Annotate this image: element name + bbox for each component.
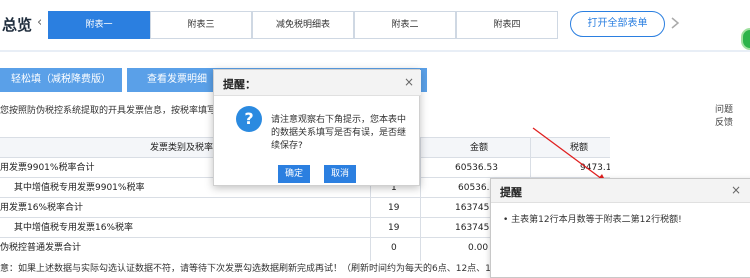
notification-message: • 主表第12行本月数等于附表二第12行税额!: [503, 215, 682, 225]
close-icon[interactable]: ×: [404, 75, 414, 89]
notification-title: 提醒: [500, 186, 522, 199]
open-all-forms-button[interactable]: 打开全部表单: [570, 11, 665, 37]
header-amount: 金额: [470, 143, 489, 153]
row-amount: 60536.53: [455, 163, 498, 173]
dialog-title: 提醒：: [223, 78, 256, 91]
footnote: 意：如果上述数据与实际勾选认证数据不符，请等待下次发票勾选数据刷新完成再试！（刷…: [0, 264, 497, 274]
reminder-dialog: 提醒： × ? 请注意观察右下角提示，您本表中的数据关系填写是否有误，是否继续保…: [213, 69, 421, 186]
scroll-left-icon[interactable]: ‹: [37, 16, 47, 30]
row-tax: 9473.17: [580, 163, 610, 173]
tab-attach-2[interactable]: 附表二: [354, 11, 456, 39]
row-count: 0: [391, 243, 397, 253]
row-count: 19: [388, 223, 400, 233]
view-invoice-details-button[interactable]: 查看发票明细: [127, 68, 227, 92]
cancel-button[interactable]: 取消: [324, 165, 356, 183]
tab-exemption-detail[interactable]: 减免税明细表: [252, 11, 354, 39]
row-name: 伪税控普通发票合计: [0, 243, 82, 253]
tab-attach-4[interactable]: 附表四: [456, 11, 558, 39]
info-text: 您按照防伪税控系统提取的开具发票信息，按税率填写: [0, 106, 217, 116]
header-tax: 税额: [570, 143, 589, 153]
assistant-icon[interactable]: [741, 28, 750, 50]
row-name: 其中增值税专用发票16%税率: [14, 223, 134, 233]
dialog-message: 请注意观察右下角提示，您本表中的数据关系填写是否有误，是否继续保存?: [271, 115, 407, 151]
header-divider: [0, 50, 750, 52]
table-divider: [420, 137, 421, 261]
notification-header: 提醒 ×: [491, 179, 750, 203]
tab-attach-3[interactable]: 附表三: [150, 11, 252, 39]
notification-panel: 提醒 × • 主表第12行本月数等于附表二第12行税额!: [490, 178, 750, 278]
question-link[interactable]: 问题: [715, 102, 733, 115]
confirm-button[interactable]: 确定: [278, 165, 310, 183]
feedback-link[interactable]: 反馈: [715, 115, 733, 128]
notification-close-icon[interactable]: ×: [731, 183, 741, 197]
row-count: 19: [388, 203, 400, 213]
dialog-header: 提醒： ×: [214, 70, 421, 96]
easy-fill-button[interactable]: 轻松填（减税降费版）: [0, 68, 122, 92]
scroll-right-icon[interactable]: [668, 16, 682, 30]
page-title: 总览: [2, 16, 33, 34]
row-name: 用发票16%税率合计: [0, 203, 84, 213]
tab-attach-1[interactable]: 附表一: [48, 11, 150, 39]
